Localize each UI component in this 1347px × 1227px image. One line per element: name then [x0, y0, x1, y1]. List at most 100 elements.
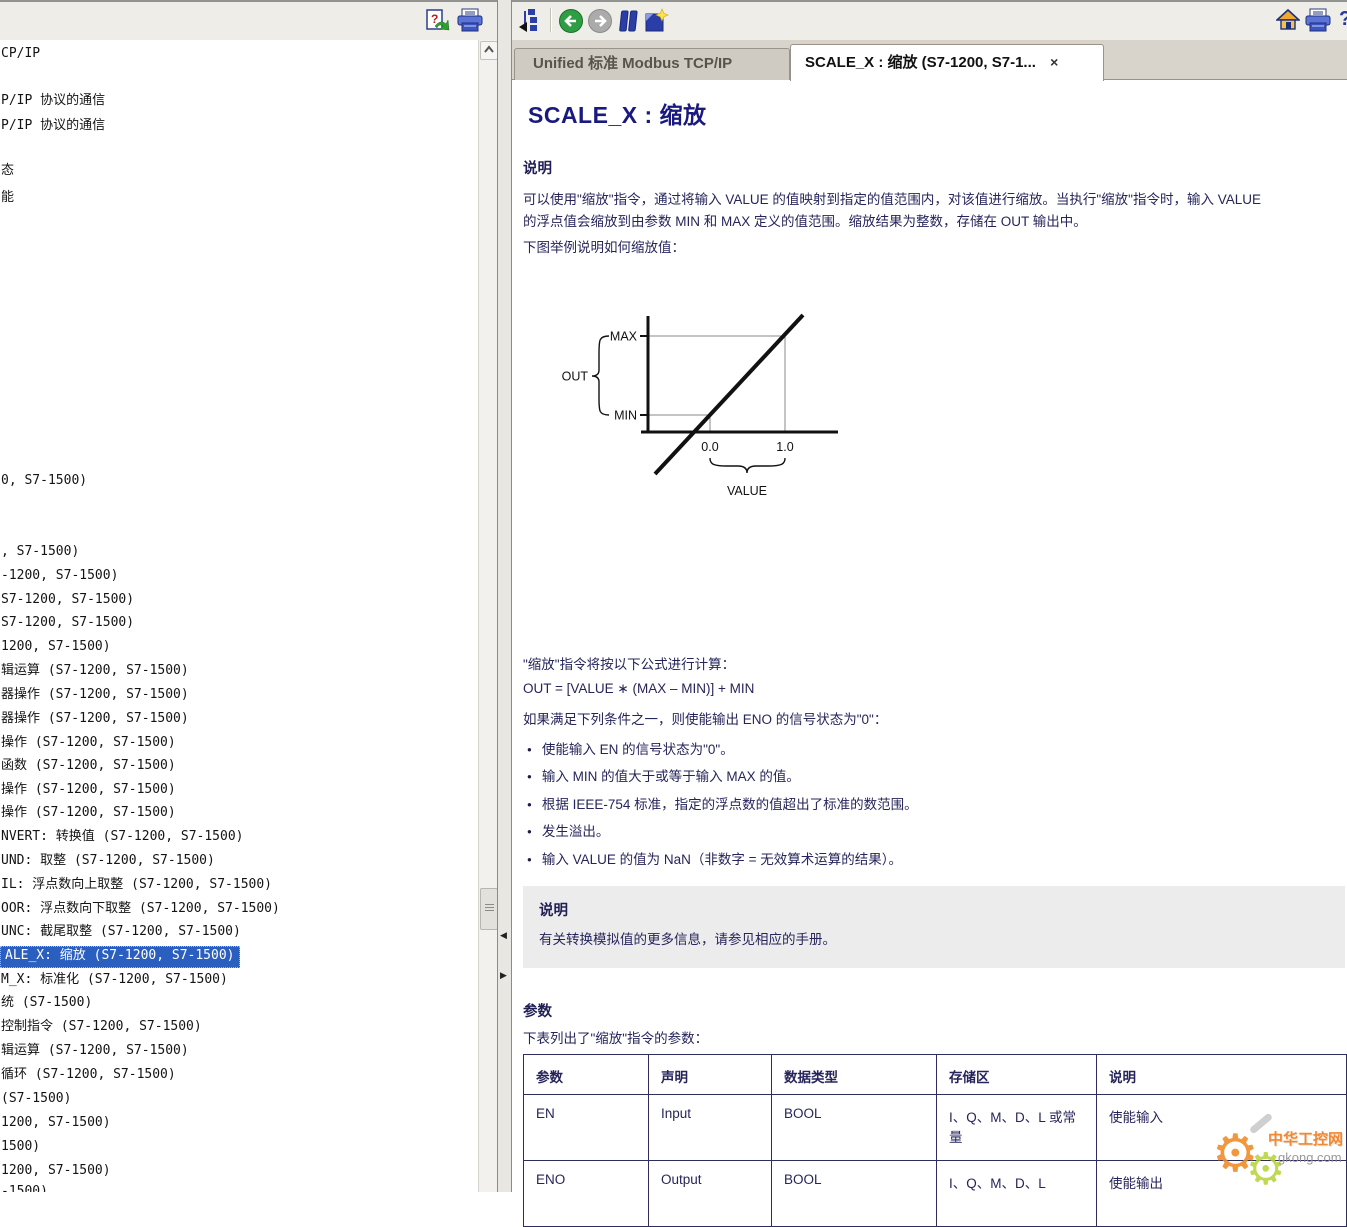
tab-unified-modbus[interactable]: Unified 标准 Modbus TCP/IP	[514, 48, 790, 80]
tree-item[interactable]: 1500)	[0, 1137, 44, 1157]
tree-item[interactable]: 1200, S7-1500)	[0, 637, 115, 657]
description-heading: 说明	[523, 157, 552, 178]
tree-item[interactable]: 统 (S7-1500)	[0, 993, 96, 1013]
scale-mapping-figure: MAX MIN OUT 0.0 1.0 VALUE	[545, 292, 865, 504]
tree-item[interactable]: 器操作 (S7-1200, S7-1500)	[0, 685, 193, 705]
print-icon[interactable]	[456, 8, 482, 34]
right-pane-toolbar	[512, 2, 1347, 41]
pane-splitter[interactable]: ◀ ▶	[497, 0, 512, 1192]
table-header-cell: 存储区	[937, 1055, 1097, 1095]
left-pane-toolbar: ?	[0, 2, 497, 41]
tree-item[interactable]: 循环 (S7-1200, S7-1500)	[0, 1065, 180, 1085]
help-content-pane: SCALE_X : 缩放 说明 可以使用"缩放"指令，通过将输入 VALUE 的…	[512, 80, 1347, 1192]
page-title: SCALE_X : 缩放	[528, 96, 707, 130]
table-header-cell: 参数	[524, 1055, 649, 1095]
tab-scale-x-label: SCALE_X : 缩放 (S7-1200, S7-1...	[805, 54, 1036, 71]
home-icon[interactable]	[1276, 8, 1302, 34]
tree-item[interactable]: 能	[0, 188, 18, 208]
tree-item[interactable]: 操作 (S7-1200, S7-1500)	[0, 780, 180, 800]
tree-item[interactable]: 辑运算 (S7-1200, S7-1500)	[0, 661, 193, 681]
tree-item[interactable]: P/IP 协议的通信	[0, 91, 109, 111]
figure-max-label: MAX	[610, 330, 638, 344]
help-topics-tree[interactable]: CP/IP P/IP 协议的通信 P/IP 协议的通信态能 0, S7-1500) , …	[0, 40, 478, 1192]
tree-item[interactable]: (S7-1500)	[0, 1089, 75, 1109]
tree-item[interactable]: UNC: 截尾取整 (S7-1200, S7-1500)	[0, 922, 245, 942]
watermark-site-url: gkong.com	[1278, 1150, 1342, 1165]
tree-item[interactable]: S7-1200, S7-1500)	[0, 613, 138, 633]
bullet-text: 发生溢出。	[542, 824, 610, 839]
tree-item[interactable]: 操作 (S7-1200, S7-1500)	[0, 733, 180, 753]
bullet-icon: ●	[527, 800, 532, 809]
tree-scrollbar[interactable]	[478, 40, 497, 1192]
bullet-icon: ●	[527, 745, 532, 754]
tree-item[interactable]: 态	[0, 161, 18, 181]
tree-item[interactable]: , S7-1500)	[0, 542, 83, 562]
tree-item[interactable]: 函数 (S7-1200, S7-1500)	[0, 756, 180, 776]
figure-value-label: VALUE	[727, 484, 767, 498]
tree-item[interactable]: UND: 取整 (S7-1200, S7-1500)	[0, 851, 219, 871]
tree-item[interactable]: 操作 (S7-1200, S7-1500)	[0, 803, 180, 823]
condition-bullet: ● 根据 IEEE-754 标准，指定的浮点数的值超出了标准的数范围。	[523, 793, 918, 813]
formula-intro: "缩放"指令将按以下公式进行计算：	[523, 653, 735, 673]
new-page-icon[interactable]	[643, 8, 669, 34]
description-line-1: 可以使用"缩放"指令，通过将输入 VALUE 的值映射到指定的值范围内，对该值进…	[523, 188, 1261, 208]
back-icon[interactable]	[558, 8, 584, 34]
tree-item[interactable]: 1200, S7-1500)	[0, 1113, 115, 1133]
tree-item[interactable]: 0, S7-1500)	[0, 471, 91, 491]
bookmarks-icon[interactable]	[616, 8, 642, 34]
parameters-heading: 参数	[523, 1000, 552, 1021]
table-cell: BOOL	[772, 1095, 937, 1161]
tree-item[interactable]: 控制指令 (S7-1200, S7-1500)	[0, 1017, 206, 1037]
table-cell: I、Q、M、D、L 或常量	[937, 1095, 1097, 1161]
tree-item[interactable]: 器操作 (S7-1200, S7-1500)	[0, 709, 193, 729]
tree-item[interactable]: 1200, S7-1500)	[0, 1161, 115, 1181]
tree-item[interactable]: -1200, S7-1500)	[0, 566, 122, 586]
table-cell: BOOL	[772, 1161, 937, 1227]
bullet-text: 输入 VALUE 的值为 NaN（非数字 = 无效算术运算的结果）。	[542, 852, 902, 867]
parameters-intro: 下表列出了"缩放"指令的参数：	[523, 1027, 708, 1047]
condition-intro: 如果满足下列条件之一，则使能输出 ENO 的信号状态为"0"：	[523, 708, 887, 728]
condition-bullet: ●输入 VALUE 的值为 NaN（非数字 = 无效算术运算的结果）。	[523, 848, 902, 868]
figure-x1-label: 1.0	[776, 440, 793, 454]
scrollbar-up-button[interactable]	[480, 41, 498, 60]
sync-topic-icon[interactable]: ?	[424, 8, 450, 34]
figure-min-label: MIN	[614, 409, 637, 423]
tree-item[interactable]: 辑运算 (S7-1200, S7-1500)	[0, 1041, 193, 1061]
tab-scale-x[interactable]: SCALE_X : 缩放 (S7-1200, S7-1... ×	[790, 44, 1104, 81]
table-cell: ENO	[524, 1161, 649, 1227]
scrollbar-thumb[interactable]	[480, 888, 498, 930]
bullet-icon: ●	[527, 772, 532, 781]
table-cell: Input	[649, 1095, 772, 1161]
print-icon[interactable]	[1304, 8, 1330, 34]
condition-bullet: ● 发生溢出。	[523, 820, 609, 840]
document-tabstrip: Unified 标准 Modbus TCP/IP SCALE_X : 缩放 (S…	[512, 40, 1347, 80]
formula: OUT = [VALUE ∗ (MAX – MIN)] + MIN	[523, 681, 754, 697]
bullet-text: 根据 IEEE-754 标准，指定的浮点数的值超出了标准的数范围。	[542, 797, 918, 812]
tree-item[interactable]: -1500)	[0, 1182, 52, 1192]
description-line-2: 的浮点值会缩放到由参数 MIN 和 MAX 定义的值范围。缩放结果为整数，存储在…	[523, 210, 1087, 230]
collapse-tree-icon[interactable]	[517, 8, 543, 34]
close-tab-icon[interactable]: ×	[1050, 45, 1058, 79]
tree-item[interactable]: S7-1200, S7-1500)	[0, 590, 138, 610]
table-cell: Output	[649, 1161, 772, 1227]
figure-out-label: OUT	[562, 370, 589, 384]
table-header-cell: 数据类型	[772, 1055, 937, 1095]
gkong-watermark: ⚙ ⚙ 中华工控网 gkong.com	[1208, 1114, 1347, 1194]
splitter-expand-right-icon[interactable]: ▶	[500, 971, 507, 980]
help-icon[interactable]: ?	[1339, 8, 1347, 31]
bullet-icon: ●	[527, 827, 532, 836]
bullet-text: 使能输入 EN 的信号状态为"0"。	[542, 742, 734, 757]
forward-icon[interactable]	[587, 8, 613, 34]
tree-item[interactable]: IL: 浮点数向上取整 (S7-1200, S7-1500)	[0, 875, 276, 895]
tree-item[interactable]: P/IP 协议的通信	[0, 116, 109, 136]
note-heading: 说明	[539, 899, 568, 920]
figure-x0-label: 0.0	[701, 440, 718, 454]
splitter-collapse-left-icon[interactable]: ◀	[500, 931, 507, 940]
tree-item-selected[interactable]: ALE_X: 缩放 (S7-1200, S7-1500)	[0, 946, 240, 968]
tree-item[interactable]: NVERT: 转换值 (S7-1200, S7-1500)	[0, 827, 248, 847]
condition-bullet: ● 输入 MIN 的值大于或等于输入 MAX 的值。	[523, 765, 800, 785]
tree-item[interactable]: CP/IP	[0, 44, 44, 64]
tree-item[interactable]: M_X: 标准化 (S7-1200, S7-1500)	[0, 970, 232, 990]
tree-item[interactable]: OOR: 浮点数向下取整 (S7-1200, S7-1500)	[0, 899, 284, 919]
bullet-text: 输入 MIN 的值大于或等于输入 MAX 的值。	[542, 769, 800, 784]
